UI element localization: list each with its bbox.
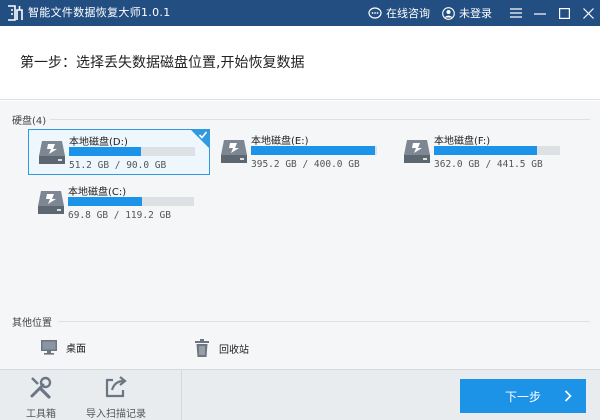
import-scan-label: 导入扫描记录 (86, 409, 146, 420)
checkmark-icon (198, 131, 208, 139)
disk-item-d[interactable]: 本地磁盘(D:) 51.2 GB / 90.0 GB (28, 129, 210, 175)
disk-item-e[interactable]: 本地磁盘(E:) 395.2 GB / 400.0 GB (211, 129, 393, 175)
online-consult-label: 在线咨询 (386, 7, 430, 20)
disk-usage-bar (68, 197, 194, 206)
hard-drive-icon (404, 140, 430, 163)
toolbox-label: 工具箱 (26, 409, 56, 420)
disk-name: 本地磁盘(F:) (434, 136, 491, 147)
hard-drive-icon (39, 141, 65, 164)
next-step-button[interactable]: 下一步 (460, 379, 586, 413)
online-consult-button[interactable]: 在线咨询 (368, 5, 430, 21)
maximize-button[interactable] (552, 0, 576, 26)
minimize-button[interactable] (528, 0, 552, 26)
wrench-screwdriver-icon (30, 376, 52, 399)
monitor-icon (41, 340, 57, 355)
desktop-label: 桌面 (66, 343, 86, 355)
footer-bar: 工具箱 导入扫描记录 下一步 (0, 369, 600, 420)
disk-usage-bar (434, 146, 560, 155)
disk-size: 395.2 GB / 400.0 GB (251, 159, 360, 170)
disk-usage-fill (251, 146, 376, 155)
disk-name: 本地磁盘(C:) (68, 187, 127, 198)
user-icon (442, 6, 455, 20)
step-header: 第一步：选择丢失数据磁盘位置,开始恢复数据 (0, 26, 600, 100)
login-button[interactable]: 未登录 (442, 5, 492, 21)
chat-bubble-icon (368, 6, 382, 19)
disk-size: 362.0 GB / 441.5 GB (434, 159, 543, 170)
location-desktop[interactable]: 桌面 (40, 338, 86, 356)
footer-tools: 工具箱 导入扫描记录 (0, 370, 182, 420)
hamburger-icon (510, 8, 522, 18)
section-divider (50, 119, 590, 120)
app-logo-icon (8, 5, 23, 21)
disk-name: 本地磁盘(D:) (69, 137, 128, 148)
disk-name: 本地磁盘(E:) (251, 136, 309, 147)
minimize-icon (534, 13, 546, 15)
trash-icon (195, 339, 209, 357)
app-title: 智能文件数据恢复大师1.0.1 (28, 6, 171, 19)
disks-section-label: 硬盘(4) (12, 116, 47, 127)
hard-drive-icon (221, 140, 247, 163)
disk-usage-bar (251, 146, 377, 155)
location-recycle-bin[interactable]: 回收站 (193, 338, 249, 358)
other-section-label: 其他位置 (12, 318, 52, 329)
close-button[interactable] (576, 0, 600, 26)
export-box-icon (105, 376, 127, 398)
menu-button[interactable] (504, 0, 528, 26)
disk-usage-fill (68, 197, 142, 206)
toolbox-button[interactable]: 工具箱 (23, 374, 59, 420)
recycle-bin-label: 回收站 (219, 344, 249, 356)
title-bar: 智能文件数据恢复大师1.0.1 在线咨询 未登录 (0, 0, 600, 26)
disk-item-f[interactable]: 本地磁盘(F:) 362.0 GB / 441.5 GB (394, 129, 576, 175)
disk-item-c[interactable]: 本地磁盘(C:) 69.8 GB / 119.2 GB (28, 180, 210, 226)
import-scan-button[interactable]: 导入扫描记录 (82, 374, 150, 420)
hard-drive-icon (38, 191, 64, 214)
disk-size: 51.2 GB / 90.0 GB (69, 160, 167, 171)
close-icon (582, 7, 594, 19)
next-step-label: 下一步 (504, 389, 541, 404)
disk-usage-fill (69, 147, 141, 156)
section-divider (58, 321, 590, 322)
disk-usage-bar (69, 147, 195, 156)
maximize-icon (558, 7, 570, 19)
login-status-label: 未登录 (459, 7, 492, 20)
disk-size: 69.8 GB / 119.2 GB (68, 210, 171, 221)
disk-usage-fill (434, 146, 538, 155)
step-title: 第一步：选择丢失数据磁盘位置,开始恢复数据 (20, 55, 305, 71)
location-panel: 硬盘(4) 本地磁盘(D:) 51.2 GB / 90.0 GB 本地磁盘(E:… (0, 101, 600, 369)
chevron-right-icon (564, 390, 572, 402)
